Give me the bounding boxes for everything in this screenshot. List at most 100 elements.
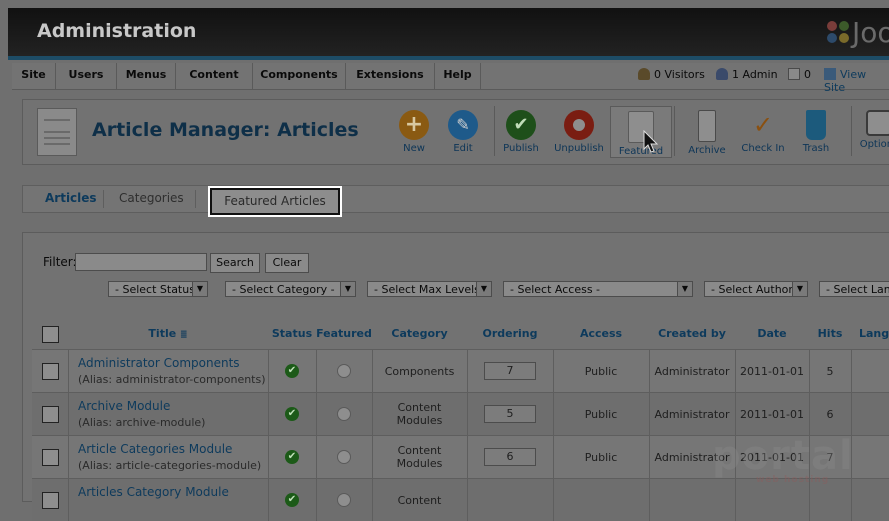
sort-icon: ≣ <box>180 330 188 340</box>
menu-extensions[interactable]: Extensions <box>346 63 435 89</box>
header-featured[interactable]: Featured <box>316 319 372 349</box>
filter-search-input[interactable] <box>75 253 207 271</box>
options-icon <box>866 110 889 136</box>
article-title-link[interactable]: Archive Module <box>78 399 170 413</box>
options-button[interactable]: Options <box>849 106 889 150</box>
ordering-input[interactable]: 6 <box>484 448 536 466</box>
featured-toggle-icon[interactable] <box>337 493 351 507</box>
tab-featured-articles[interactable]: Featured Articles <box>210 188 340 215</box>
publish-button[interactable]: ✔ Publish <box>491 106 551 154</box>
header-language[interactable]: Langu <box>851 319 889 349</box>
column-divider <box>851 393 852 435</box>
header-category[interactable]: Category <box>372 319 467 349</box>
select-access[interactable]: - Select Access - ▼ <box>503 281 693 297</box>
search-button[interactable]: Search <box>210 253 260 273</box>
column-divider <box>649 393 650 435</box>
featured-button[interactable]: Featured <box>610 106 672 158</box>
header-title[interactable]: Title ≣ <box>68 319 268 349</box>
featured-cell <box>316 479 372 521</box>
unpublish-button[interactable]: Unpublish <box>549 106 609 154</box>
language-cell <box>851 350 889 392</box>
joomla-logo-icon <box>827 21 849 43</box>
joomla-logo-text: Joo <box>852 16 889 49</box>
select-language[interactable]: - Select Language - <box>819 281 889 297</box>
menu-users[interactable]: Users <box>56 63 117 89</box>
select-max-levels[interactable]: - Select Max Levels - ▼ <box>367 281 492 297</box>
clear-button[interactable]: Clear <box>265 253 309 273</box>
filter-label: Filter: <box>43 255 77 269</box>
header-access[interactable]: Access <box>553 319 649 349</box>
menu-components[interactable]: Components <box>253 63 346 89</box>
column-divider <box>467 393 468 435</box>
header-title: Administration <box>37 20 197 42</box>
select-all-checkbox[interactable] <box>41 325 59 343</box>
row-checkbox[interactable] <box>41 362 59 380</box>
page-title: Article Manager: Articles <box>92 119 359 141</box>
status-messages[interactable]: 0 <box>788 68 811 81</box>
category-cell: Content Modules <box>396 444 443 470</box>
joomla-logo[interactable]: Joo <box>814 14 889 49</box>
created-by-cell <box>649 479 735 521</box>
archive-button[interactable]: Archive <box>677 106 737 156</box>
featured-toggle-icon[interactable] <box>337 450 351 464</box>
check-in-button[interactable]: ✓ Check In <box>733 106 793 154</box>
ordering-cell: 6 <box>467 436 553 478</box>
edit-button[interactable]: ✎ Edit <box>433 106 493 154</box>
status-cell: ✔ <box>268 479 316 521</box>
featured-cell <box>316 436 372 478</box>
publish-icon: ✔ <box>506 110 536 140</box>
column-divider <box>467 479 468 521</box>
menu-content[interactable]: Content <box>176 63 253 89</box>
featured-toggle-icon[interactable] <box>337 407 351 421</box>
column-divider <box>68 479 69 521</box>
article-title-link[interactable]: Article Categories Module <box>78 442 232 456</box>
article-title-link[interactable]: Articles Category Module <box>78 485 229 499</box>
ordering-input[interactable]: 5 <box>484 405 536 423</box>
access-cell: Public <box>584 407 618 421</box>
ordering-input[interactable]: 7 <box>484 362 536 380</box>
published-check-icon[interactable]: ✔ <box>285 450 299 464</box>
title-cell: Archive Module (Alias: archive-module) <box>68 393 268 435</box>
tab-articles[interactable]: Articles <box>45 191 97 205</box>
header-created-by[interactable]: Created by <box>649 319 735 349</box>
published-check-icon[interactable]: ✔ <box>285 364 299 378</box>
published-check-icon[interactable]: ✔ <box>285 407 299 421</box>
column-divider <box>735 350 736 392</box>
featured-toggle-icon[interactable] <box>337 364 351 378</box>
column-divider <box>68 436 69 478</box>
column-divider <box>553 436 554 478</box>
chevron-down-icon: ▼ <box>476 282 491 296</box>
header-accent-bar <box>8 56 889 60</box>
column-divider <box>809 393 810 435</box>
title-cell: Article Categories Module (Alias: article… <box>68 436 268 478</box>
language-cell <box>851 479 889 521</box>
header-hits[interactable]: Hits <box>809 319 851 349</box>
column-divider <box>649 436 650 478</box>
header-ordering[interactable]: Ordering <box>467 319 553 349</box>
header-status[interactable]: Status <box>268 319 316 349</box>
menu-help[interactable]: Help <box>435 63 481 89</box>
column-divider <box>809 350 810 392</box>
status-visitors: 0 Visitors <box>638 68 705 81</box>
category-cell: Content Modules <box>396 401 443 427</box>
tab-categories[interactable]: Categories <box>119 191 184 205</box>
menu-menus[interactable]: Menus <box>117 63 176 89</box>
select-category[interactable]: - Select Category - ▼ <box>225 281 356 297</box>
article-title-link[interactable]: Administrator Components <box>78 356 240 370</box>
language-cell <box>851 436 889 478</box>
select-author[interactable]: - Select Author - ▼ <box>704 281 808 297</box>
row-checkbox[interactable] <box>41 491 59 509</box>
row-select-cell <box>32 393 68 435</box>
row-checkbox[interactable] <box>41 405 59 423</box>
new-icon: + <box>399 110 429 140</box>
tab-divider <box>103 190 104 208</box>
select-all-header <box>32 319 68 349</box>
published-check-icon[interactable]: ✔ <box>285 493 299 507</box>
menu-site[interactable]: Site <box>12 63 56 89</box>
header-date[interactable]: Date <box>735 319 809 349</box>
table-row: Archive Module (Alias: archive-module) ✔ Co… <box>32 392 889 435</box>
trash-button[interactable]: Trash <box>786 106 846 154</box>
view-site-link[interactable]: View Site <box>824 68 889 94</box>
row-checkbox[interactable] <box>41 448 59 466</box>
select-status[interactable]: - Select Status - ▼ <box>108 281 208 297</box>
